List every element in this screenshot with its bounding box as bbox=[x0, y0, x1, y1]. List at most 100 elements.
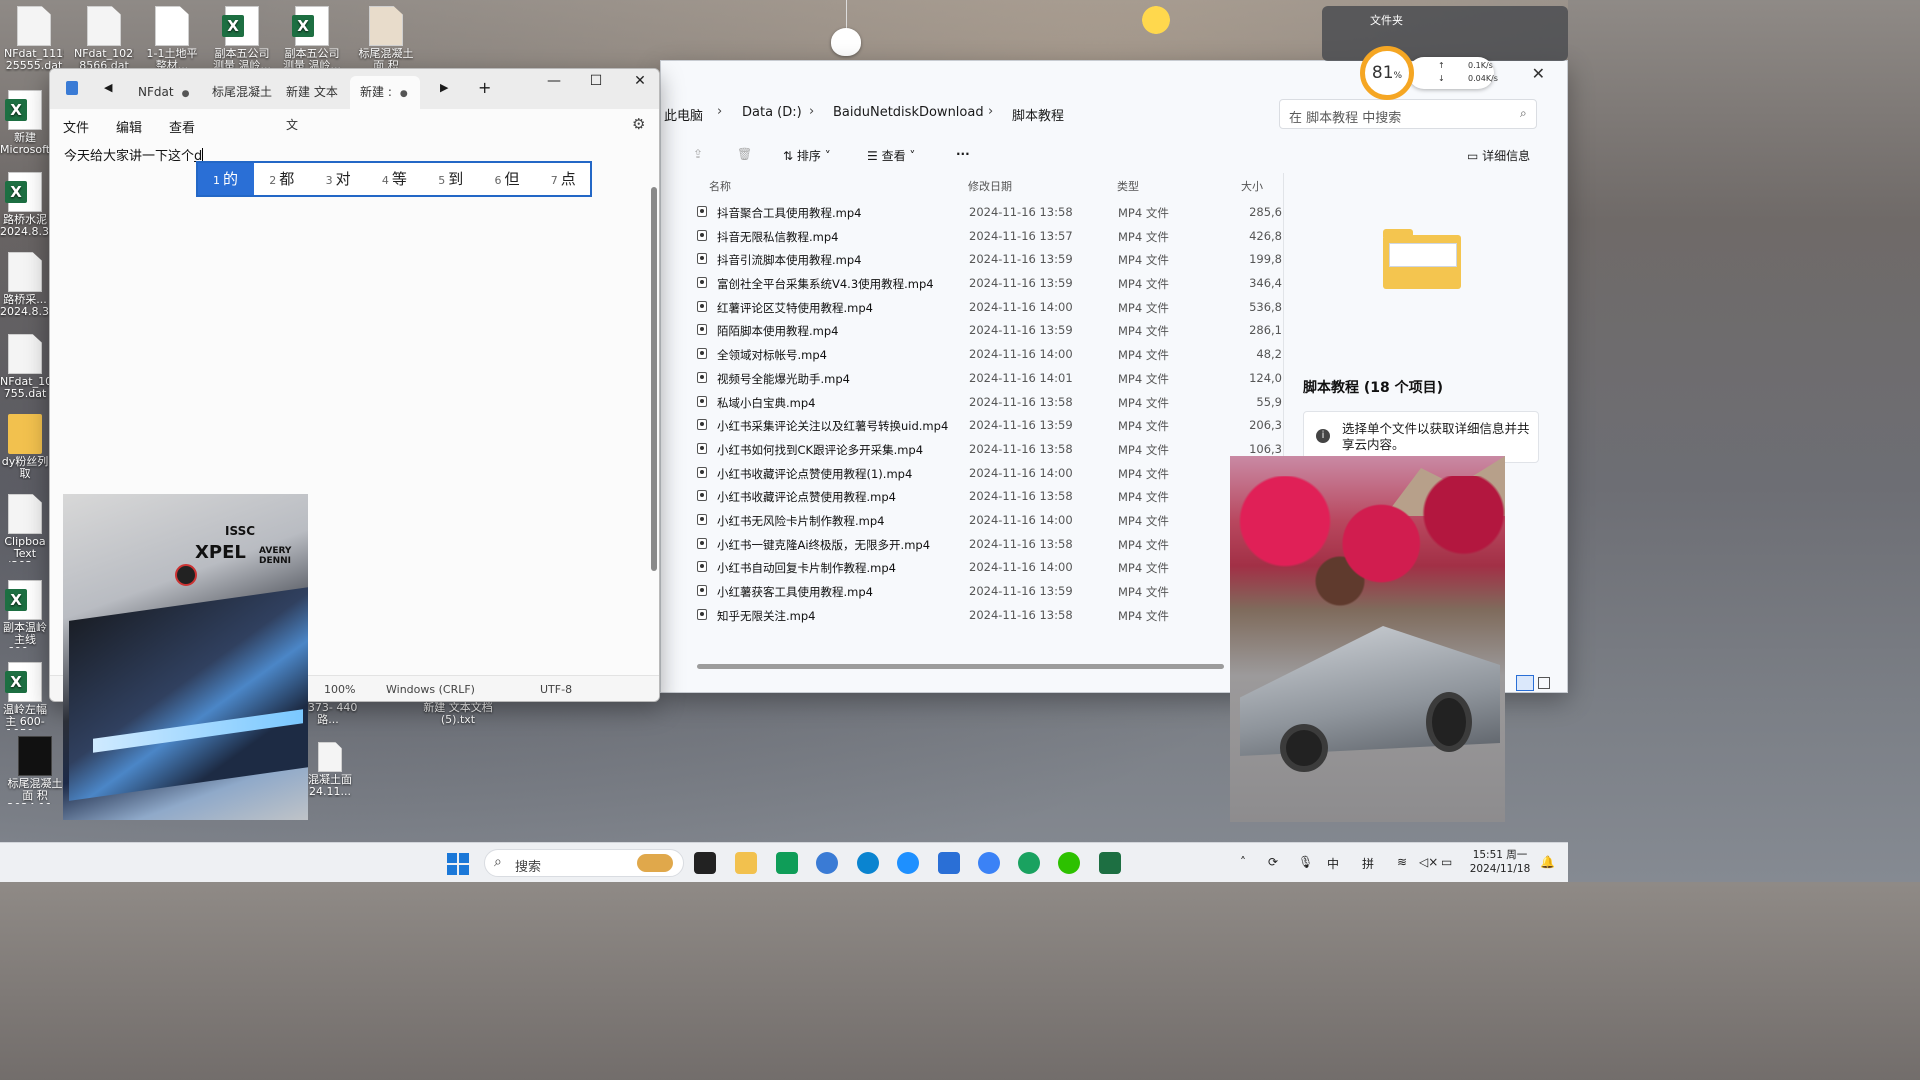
table-row[interactable]: 抖音聚合工具使用教程.mp4 2024-11-16 13:58 MP4 文件 285,… bbox=[697, 201, 1297, 225]
clock[interactable]: 15:51 周一 2024/11/18 bbox=[1468, 848, 1532, 876]
desktop-icon[interactable]: NFdat_11181 25555.dat bbox=[4, 6, 64, 72]
ime-layout-indicator[interactable]: 拼 bbox=[1362, 855, 1374, 872]
text-editor[interactable]: 今天给大家讲一下这个d bbox=[64, 145, 204, 164]
file-explorer-icon[interactable] bbox=[735, 852, 757, 874]
tab-biaowei[interactable]: 标尾混凝土 bbox=[202, 76, 274, 109]
wifi-icon[interactable]: ≋ bbox=[1397, 855, 1407, 869]
address-bar[interactable]: 此电脑 › Data (D:) › BaiduNetdiskDownload ›… bbox=[661, 99, 1567, 129]
excel-taskbar-icon[interactable] bbox=[1099, 852, 1121, 874]
table-row[interactable]: 小红书自动回复卡片制作教程.mp4 2024-11-16 14:00 MP4 文件 bbox=[697, 556, 1297, 580]
edge-browser-icon[interactable] bbox=[857, 852, 879, 874]
photos-icon[interactable] bbox=[816, 852, 838, 874]
desktop-icon[interactable]: dy粉丝列 取 bbox=[0, 414, 50, 480]
settings-gear-icon[interactable]: ⚙ bbox=[632, 115, 645, 133]
ime-candidate[interactable]: 3对 bbox=[311, 163, 367, 195]
column-header-type[interactable]: 类型 bbox=[1117, 178, 1139, 194]
microphone-icon[interactable]: 🎙 bbox=[1298, 855, 1313, 869]
desktop-icon[interactable]: 标尾混凝土面 积2024.11... bbox=[4, 736, 66, 804]
volume-icon[interactable]: ◁× bbox=[1419, 855, 1438, 869]
column-header-date[interactable]: 修改日期 bbox=[968, 178, 1012, 194]
table-row[interactable]: 红薯评论区艾特使用教程.mp4 2024-11-16 14:00 MP4 文件 536… bbox=[697, 296, 1297, 320]
table-row[interactable]: 抖音无限私信教程.mp4 2024-11-16 13:57 MP4 文件 426,8 bbox=[697, 225, 1297, 249]
notepad-taskbar-icon[interactable] bbox=[938, 852, 960, 874]
desktop-icon[interactable]: 新建 Microsoft... bbox=[0, 90, 50, 156]
ime-candidate[interactable]: 1的 bbox=[198, 163, 254, 195]
details-view-icon[interactable] bbox=[1516, 675, 1534, 691]
table-row[interactable]: 小红薯获客工具使用教程.mp4 2024-11-16 13:59 MP4 文件 bbox=[697, 580, 1297, 604]
speed-ball[interactable]: 81% bbox=[1360, 46, 1414, 100]
breadcrumb-this-pc[interactable]: 此电脑 bbox=[664, 105, 703, 124]
desktop-icon[interactable]: 新建 文本文档 (5).txt bbox=[420, 702, 496, 726]
minimize-icon[interactable]: — bbox=[534, 69, 574, 93]
menu-edit[interactable]: 编辑 bbox=[116, 117, 142, 136]
table-row[interactable]: 小红书收藏评论点赞使用教程(1).mp4 2024-11-16 14:00 MP4 … bbox=[697, 462, 1297, 486]
ime-candidate[interactable]: 7点 bbox=[536, 163, 592, 195]
desktop-icon[interactable]: 路桥采... 2024.8.3... bbox=[0, 252, 50, 318]
windows-start-icon[interactable] bbox=[447, 853, 469, 875]
encoding[interactable]: UTF-8 bbox=[540, 683, 572, 696]
breadcrumb-drive[interactable]: Data (D:) bbox=[742, 105, 802, 120]
share-icon[interactable]: ⇪ bbox=[693, 147, 703, 161]
menu-view[interactable]: 查看 bbox=[169, 117, 195, 136]
menu-file[interactable]: 文件 bbox=[63, 117, 89, 136]
breadcrumb-current[interactable]: 脚本教程 bbox=[1012, 105, 1064, 124]
vertical-scrollbar[interactable] bbox=[651, 187, 657, 571]
tiles-view-icon[interactable] bbox=[1538, 677, 1550, 689]
desktop-icon[interactable]: Clipboa Text (202... bbox=[0, 494, 50, 562]
table-row[interactable]: 知乎无限关注.mp4 2024-11-16 13:58 MP4 文件 bbox=[697, 604, 1297, 628]
ime-candidate[interactable]: 6但 bbox=[480, 163, 536, 195]
desktop-icon[interactable]: 副本五公司测量 温岭... bbox=[212, 6, 272, 72]
table-row[interactable]: 私域小白宝典.mp4 2024-11-16 13:58 MP4 文件 55,9 bbox=[697, 391, 1297, 415]
horizontal-scrollbar[interactable] bbox=[697, 664, 1224, 669]
ime-candidate[interactable]: 5到 bbox=[423, 163, 479, 195]
table-row[interactable]: 陌陌脚本使用教程.mp4 2024-11-16 13:59 MP4 文件 286,1 bbox=[697, 319, 1297, 343]
desktop-icon[interactable]: 副本五公司测量 温岭... bbox=[282, 6, 342, 72]
desktop-icon[interactable]: 副本温岭 主线600-... bbox=[0, 580, 50, 648]
table-row[interactable]: 小红书如何找到CK跟评论多开采集.mp4 2024-11-16 13:58 MP4 … bbox=[697, 438, 1297, 462]
notification-bell-icon[interactable]: 🔔 bbox=[1540, 855, 1555, 869]
table-row[interactable]: 全领域对标帐号.mp4 2024-11-16 14:00 MP4 文件 48,2 bbox=[697, 343, 1297, 367]
tab-active[interactable]: 新建 : ● bbox=[350, 76, 420, 109]
maximize-icon[interactable]: ☐ bbox=[576, 69, 616, 93]
desktop-icon[interactable]: 混凝土面 24.11... bbox=[300, 742, 360, 798]
search-input[interactable]: 在 脚本教程 中搜索 ⌕ bbox=[1279, 99, 1537, 129]
more-options-button[interactable]: ··· bbox=[956, 147, 970, 161]
ime-candidate[interactable]: 4等 bbox=[367, 163, 423, 195]
scroll-tabs-right-icon[interactable]: ▶ bbox=[440, 81, 448, 94]
table-row[interactable]: 小红书采集评论关注以及红薯号转换uid.mp4 2024-11-16 13:59 M… bbox=[697, 414, 1297, 438]
recorder-icon[interactable] bbox=[1018, 852, 1040, 874]
store-icon[interactable] bbox=[776, 852, 798, 874]
table-row[interactable]: 小红书一键克隆Ai终极版，无限多开.mp4 2024-11-16 13:58 MP4… bbox=[697, 533, 1297, 557]
table-row[interactable]: 富创社全平台采集系统V4.3使用教程.mp4 2024-11-16 13:59 MP… bbox=[697, 272, 1297, 296]
tab-new-text[interactable]: 新建 文本文 bbox=[276, 76, 348, 132]
desktop-icon[interactable]: NFdat_102211 8566.dat bbox=[74, 6, 134, 72]
line-ending[interactable]: Windows (CRLF) bbox=[386, 683, 475, 696]
desktop-icon[interactable]: 路桥水泥 2024.8.30... bbox=[0, 172, 50, 238]
new-tab-button[interactable]: + bbox=[478, 78, 491, 97]
wechat-icon[interactable] bbox=[1058, 852, 1080, 874]
scroll-tabs-left-icon[interactable]: ◀ bbox=[104, 81, 112, 94]
ime-candidate[interactable]: 2都 bbox=[254, 163, 310, 195]
ime-mode-indicator[interactable]: 中 bbox=[1327, 855, 1339, 872]
view-button[interactable]: ☰ 查看 ˅ bbox=[867, 147, 915, 164]
browser-icon[interactable] bbox=[897, 852, 919, 874]
cloud-folder-widget[interactable]: 文件夹 bbox=[1322, 6, 1568, 61]
video-preview-right[interactable] bbox=[1230, 456, 1505, 822]
desktop-icon[interactable]: 温岭左幅主 600-1050... bbox=[0, 662, 50, 730]
table-row[interactable]: 小红书无风险卡片制作教程.mp4 2024-11-16 14:00 MP4 文件 bbox=[697, 509, 1297, 533]
desktop-icon[interactable]: 1-1土地平整材... bbox=[142, 6, 202, 72]
table-row[interactable]: 视频号全能爆光助手.mp4 2024-11-16 14:01 MP4 文件 124,0 bbox=[697, 367, 1297, 391]
table-row[interactable]: 小红书收藏评论点赞使用教程.mp4 2024-11-16 13:58 MP4 文件 bbox=[697, 485, 1297, 509]
close-icon[interactable]: ✕ bbox=[1532, 64, 1545, 83]
table-row[interactable]: 抖音引流脚本使用教程.mp4 2024-11-16 13:59 MP4 文件 199,… bbox=[697, 248, 1297, 272]
tab-nfdat[interactable]: NFdat ● bbox=[128, 76, 198, 109]
column-header-size[interactable]: 大小 bbox=[1241, 178, 1263, 194]
sort-button[interactable]: ⇅ 排序 ˅ bbox=[783, 147, 831, 164]
desktop-icon[interactable]: NFdat_10 755.dat bbox=[0, 334, 50, 400]
task-view-icon[interactable] bbox=[694, 852, 716, 874]
close-icon[interactable]: ✕ bbox=[620, 69, 659, 93]
details-pane-button[interactable]: ▭ 详细信息 bbox=[1467, 147, 1530, 164]
column-header-name[interactable]: 名称 bbox=[709, 178, 731, 194]
chevron-up-icon[interactable]: ˄ bbox=[1240, 855, 1246, 869]
delete-icon[interactable]: 🗑 bbox=[737, 147, 752, 161]
